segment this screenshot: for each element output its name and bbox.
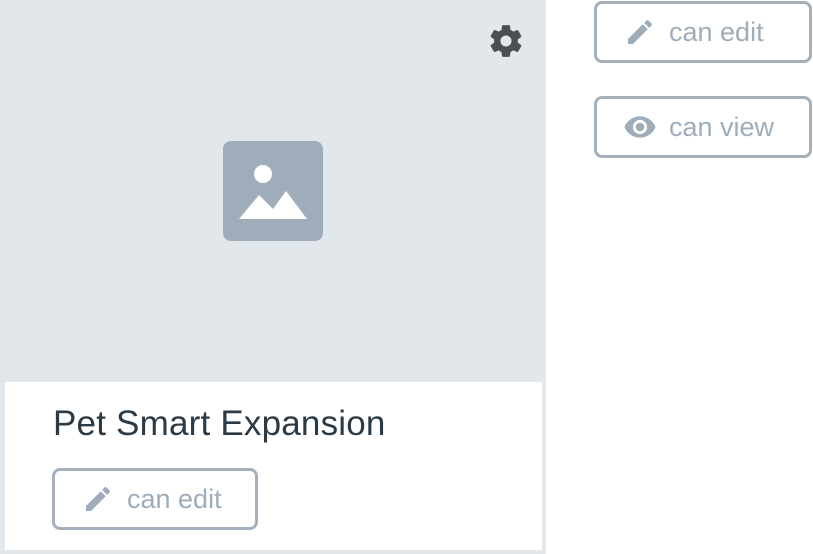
card-can-edit-label: can edit — [127, 483, 222, 514]
card-can-edit-button[interactable]: can edit — [52, 468, 258, 530]
pencil-icon — [623, 15, 657, 49]
pencil-icon — [81, 482, 115, 516]
can-edit-label: can edit — [669, 16, 764, 47]
can-edit-button[interactable]: can edit — [594, 1, 812, 63]
card-thumbnail[interactable] — [0, 0, 546, 382]
can-view-button[interactable]: can view — [594, 96, 812, 158]
can-view-label: can view — [669, 111, 775, 142]
stage: Pet Smart Expansion can edit can edit ca… — [0, 0, 813, 554]
image-placeholder-icon — [223, 141, 323, 241]
gear-icon[interactable] — [487, 22, 525, 60]
card-title: Pet Smart Expansion — [53, 404, 386, 443]
eye-icon — [623, 110, 657, 144]
